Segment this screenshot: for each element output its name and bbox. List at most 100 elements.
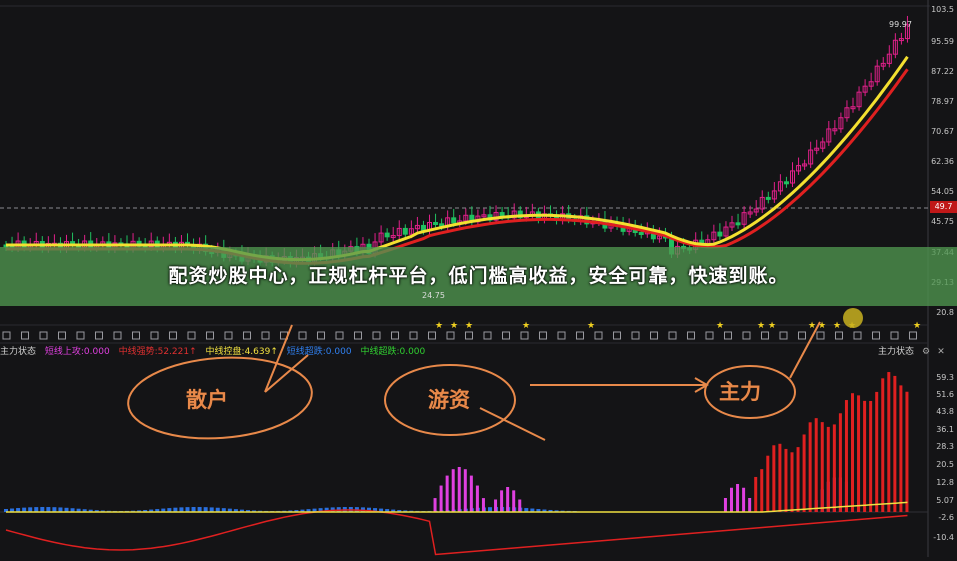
signal-box (594, 331, 603, 340)
red-bar (820, 422, 824, 512)
annotation-arrow-main (789, 321, 821, 379)
signal-box (761, 331, 769, 340)
magenta-bar (512, 490, 516, 512)
cursor-dot (843, 308, 863, 328)
red-bar (905, 391, 909, 512)
signal-box (169, 331, 177, 340)
signal-star: ★ (465, 321, 473, 331)
signal-star: ★ (913, 321, 921, 331)
signal-box (539, 331, 547, 340)
current-price-tag: 49.7 (930, 201, 957, 213)
signal-box (520, 331, 529, 340)
signal-box (779, 331, 788, 340)
magenta-bar (736, 484, 740, 512)
ma-slow-line (6, 68, 909, 265)
signal-box (2, 331, 11, 340)
signal-box (317, 331, 325, 340)
indicator-right-title: 主力状态 (878, 347, 915, 357)
indicator-tick: -10.4 (933, 533, 954, 542)
signal-box (576, 331, 584, 340)
red-bar (778, 443, 782, 512)
signal-box (890, 331, 899, 340)
magenta-bar (475, 485, 479, 512)
annotation-tail (479, 407, 546, 441)
signal-box (687, 331, 695, 340)
red-bar (802, 434, 806, 512)
candle-body (735, 222, 741, 226)
signal-box (428, 331, 436, 340)
signal-box (354, 331, 362, 340)
legend-item-mid-control: 中线控盘:4.639↑ (205, 347, 278, 357)
magenta-bar (439, 485, 443, 512)
price-tick: 87.22 (931, 67, 954, 76)
signal-star: ★ (757, 321, 765, 331)
magenta-bar (518, 499, 522, 512)
indicator-tick: 51.6 (936, 390, 954, 399)
low-price-label: 24.75 (422, 291, 445, 300)
indicator-tick: 43.8 (936, 407, 954, 416)
candle-body (451, 217, 457, 224)
magenta-bar (748, 498, 752, 512)
signal-box (335, 331, 344, 340)
candle-body (384, 232, 390, 238)
candle-body (638, 231, 644, 235)
close-icon[interactable]: ✕ (936, 347, 946, 357)
indicator-tick: -2.6 (938, 513, 954, 522)
signal-star: ★ (833, 321, 841, 331)
candle-body (499, 212, 505, 217)
signal-box (631, 331, 640, 340)
price-tick: 70.67 (931, 127, 954, 136)
signal-box (113, 331, 122, 340)
signal-box (613, 331, 621, 340)
signal-box (95, 331, 103, 340)
legend-item-mid-strong: 中线强势:52.221↑ (118, 347, 197, 357)
signal-box (650, 331, 658, 340)
candle-body (765, 196, 771, 200)
signal-box (835, 331, 843, 340)
candle-body (402, 227, 408, 235)
signal-box (39, 331, 48, 340)
magenta-bar (433, 498, 437, 512)
magenta-bar (451, 469, 455, 512)
magenta-bar (494, 499, 498, 512)
magenta-bar (500, 490, 504, 512)
red-bar (754, 476, 758, 512)
candle-body (783, 181, 789, 185)
legend-item-short-attack: 短线上攻:0.000 (44, 347, 110, 357)
red-bar (796, 447, 800, 512)
red-bar (826, 426, 830, 512)
gear-icon[interactable]: ⚙ (921, 347, 931, 357)
indicator-tick: 20.5 (936, 460, 954, 469)
signal-star: ★ (450, 321, 458, 331)
red-bar (844, 400, 848, 512)
ad-banner[interactable]: 配资炒股中心，正规杠杆平台，低门槛高收益，安全可靠，快速到账。 (0, 247, 957, 306)
indicator-tick: 36.1 (936, 425, 954, 434)
signal-box (483, 331, 492, 340)
magenta-bar (723, 498, 727, 512)
annotation-arrow-to-main (530, 377, 709, 393)
magenta-bar (445, 475, 449, 512)
red-bar (899, 385, 903, 512)
ad-banner-text: 配资炒股中心，正规杠杆平台，低门槛高收益，安全可靠，快速到账。 (168, 265, 789, 287)
red-bar (832, 424, 836, 512)
price-tick: 20.8 (936, 308, 954, 317)
signal-box (76, 331, 85, 340)
annotation-hot-money: 游资 (428, 388, 470, 412)
legend-item-mid-oversold: 中线超跌:0.000 (360, 347, 426, 357)
magenta-bar (730, 487, 733, 512)
candle-body (433, 221, 439, 225)
red-bar (790, 452, 794, 512)
signal-star: ★ (522, 321, 530, 331)
signal-star: ★ (587, 321, 595, 331)
indicator-title: 主力状态 (0, 347, 37, 357)
signal-box (872, 331, 880, 340)
signal-box (224, 331, 233, 340)
signal-box (391, 331, 399, 340)
signal-box (705, 331, 714, 340)
signal-box (668, 331, 677, 340)
signal-star: ★ (768, 321, 776, 331)
signal-box (58, 331, 66, 340)
signal-box (206, 331, 214, 340)
signal-box (724, 331, 732, 340)
red-bar (784, 448, 788, 512)
